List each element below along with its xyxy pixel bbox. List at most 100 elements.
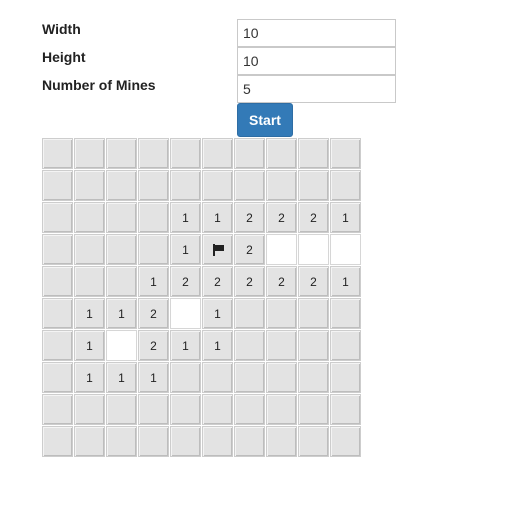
board-cell[interactable] <box>298 426 329 457</box>
board-cell[interactable] <box>266 138 297 169</box>
board-cell[interactable] <box>330 426 361 457</box>
board-cell[interactable] <box>298 298 329 329</box>
board-cell[interactable] <box>42 298 73 329</box>
board-cell[interactable]: 2 <box>234 234 265 265</box>
start-button[interactable]: Start <box>237 103 293 137</box>
board-cell[interactable]: 1 <box>170 330 201 361</box>
board-cell[interactable] <box>330 138 361 169</box>
width-input[interactable] <box>237 19 396 47</box>
board-cell[interactable] <box>266 330 297 361</box>
board-cell[interactable] <box>170 170 201 201</box>
board-cell[interactable] <box>202 394 233 425</box>
board-cell[interactable] <box>106 138 137 169</box>
board-cell[interactable]: 2 <box>266 202 297 233</box>
board-cell[interactable] <box>202 234 233 265</box>
board-cell[interactable] <box>138 394 169 425</box>
board-cell[interactable] <box>234 426 265 457</box>
board-cell[interactable] <box>42 202 73 233</box>
board-cell[interactable] <box>138 202 169 233</box>
board-cell[interactable] <box>106 234 137 265</box>
board-cell[interactable] <box>42 426 73 457</box>
board-cell[interactable] <box>42 266 73 297</box>
board-cell[interactable]: 1 <box>138 266 169 297</box>
board-cell[interactable] <box>234 394 265 425</box>
board-cell[interactable] <box>42 170 73 201</box>
board-cell[interactable] <box>74 394 105 425</box>
board-cell[interactable] <box>42 138 73 169</box>
board-cell[interactable]: 1 <box>330 202 361 233</box>
board-cell[interactable] <box>170 362 201 393</box>
board-cell[interactable]: 1 <box>74 298 105 329</box>
board-cell[interactable] <box>106 330 137 361</box>
board-cell[interactable] <box>170 298 201 329</box>
board-cell[interactable] <box>74 138 105 169</box>
mines-input[interactable] <box>237 75 396 103</box>
board-cell[interactable]: 1 <box>202 202 233 233</box>
board-cell[interactable] <box>170 394 201 425</box>
board-cell[interactable] <box>74 170 105 201</box>
board-cell[interactable] <box>234 362 265 393</box>
board-cell[interactable] <box>138 234 169 265</box>
board-cell[interactable]: 2 <box>298 266 329 297</box>
board-cell[interactable] <box>298 362 329 393</box>
board-cell[interactable] <box>170 138 201 169</box>
board-cell[interactable]: 1 <box>106 298 137 329</box>
board-cell[interactable]: 1 <box>202 298 233 329</box>
board-cell[interactable] <box>330 362 361 393</box>
board-cell[interactable]: 2 <box>138 330 169 361</box>
board-cell[interactable]: 1 <box>202 330 233 361</box>
board-cell[interactable] <box>266 234 297 265</box>
board-cell[interactable] <box>298 394 329 425</box>
board-cell[interactable] <box>74 266 105 297</box>
board-cell[interactable]: 1 <box>74 362 105 393</box>
board-cell[interactable] <box>106 426 137 457</box>
board-cell[interactable] <box>266 426 297 457</box>
board-cell[interactable]: 2 <box>170 266 201 297</box>
board-cell[interactable] <box>234 138 265 169</box>
board-cell[interactable] <box>266 170 297 201</box>
board-cell[interactable] <box>74 426 105 457</box>
board-cell[interactable] <box>202 426 233 457</box>
board-cell[interactable] <box>106 170 137 201</box>
board-cell[interactable] <box>42 362 73 393</box>
board-cell[interactable] <box>170 426 201 457</box>
board-cell[interactable] <box>266 298 297 329</box>
board-cell[interactable]: 1 <box>138 362 169 393</box>
board-cell[interactable] <box>42 234 73 265</box>
board-cell[interactable] <box>298 138 329 169</box>
board-cell[interactable]: 1 <box>74 330 105 361</box>
board-cell[interactable]: 2 <box>202 266 233 297</box>
board-cell[interactable] <box>298 170 329 201</box>
board-cell[interactable] <box>202 362 233 393</box>
board-cell[interactable] <box>234 330 265 361</box>
board-cell[interactable]: 1 <box>330 266 361 297</box>
board-cell[interactable]: 2 <box>266 266 297 297</box>
board-cell[interactable] <box>202 138 233 169</box>
board-cell[interactable]: 2 <box>298 202 329 233</box>
board-cell[interactable] <box>298 234 329 265</box>
board-cell[interactable]: 1 <box>170 234 201 265</box>
board-cell[interactable] <box>266 394 297 425</box>
board-cell[interactable] <box>330 298 361 329</box>
board-cell[interactable] <box>234 170 265 201</box>
board-cell[interactable] <box>266 362 297 393</box>
board-cell[interactable]: 2 <box>234 202 265 233</box>
board-cell[interactable] <box>234 298 265 329</box>
board-cell[interactable]: 1 <box>106 362 137 393</box>
board-cell[interactable] <box>74 202 105 233</box>
board-cell[interactable] <box>330 394 361 425</box>
board-cell[interactable] <box>330 234 361 265</box>
board-cell[interactable] <box>330 330 361 361</box>
height-input[interactable] <box>237 47 396 75</box>
board-cell[interactable] <box>74 234 105 265</box>
board-cell[interactable] <box>42 394 73 425</box>
board-cell[interactable] <box>298 330 329 361</box>
board-cell[interactable] <box>106 266 137 297</box>
board-cell[interactable]: 2 <box>234 266 265 297</box>
board-cell[interactable] <box>138 426 169 457</box>
board-cell[interactable] <box>138 138 169 169</box>
board-cell[interactable] <box>202 170 233 201</box>
board-cell[interactable] <box>42 330 73 361</box>
board-cell[interactable] <box>138 170 169 201</box>
board-cell[interactable] <box>330 170 361 201</box>
